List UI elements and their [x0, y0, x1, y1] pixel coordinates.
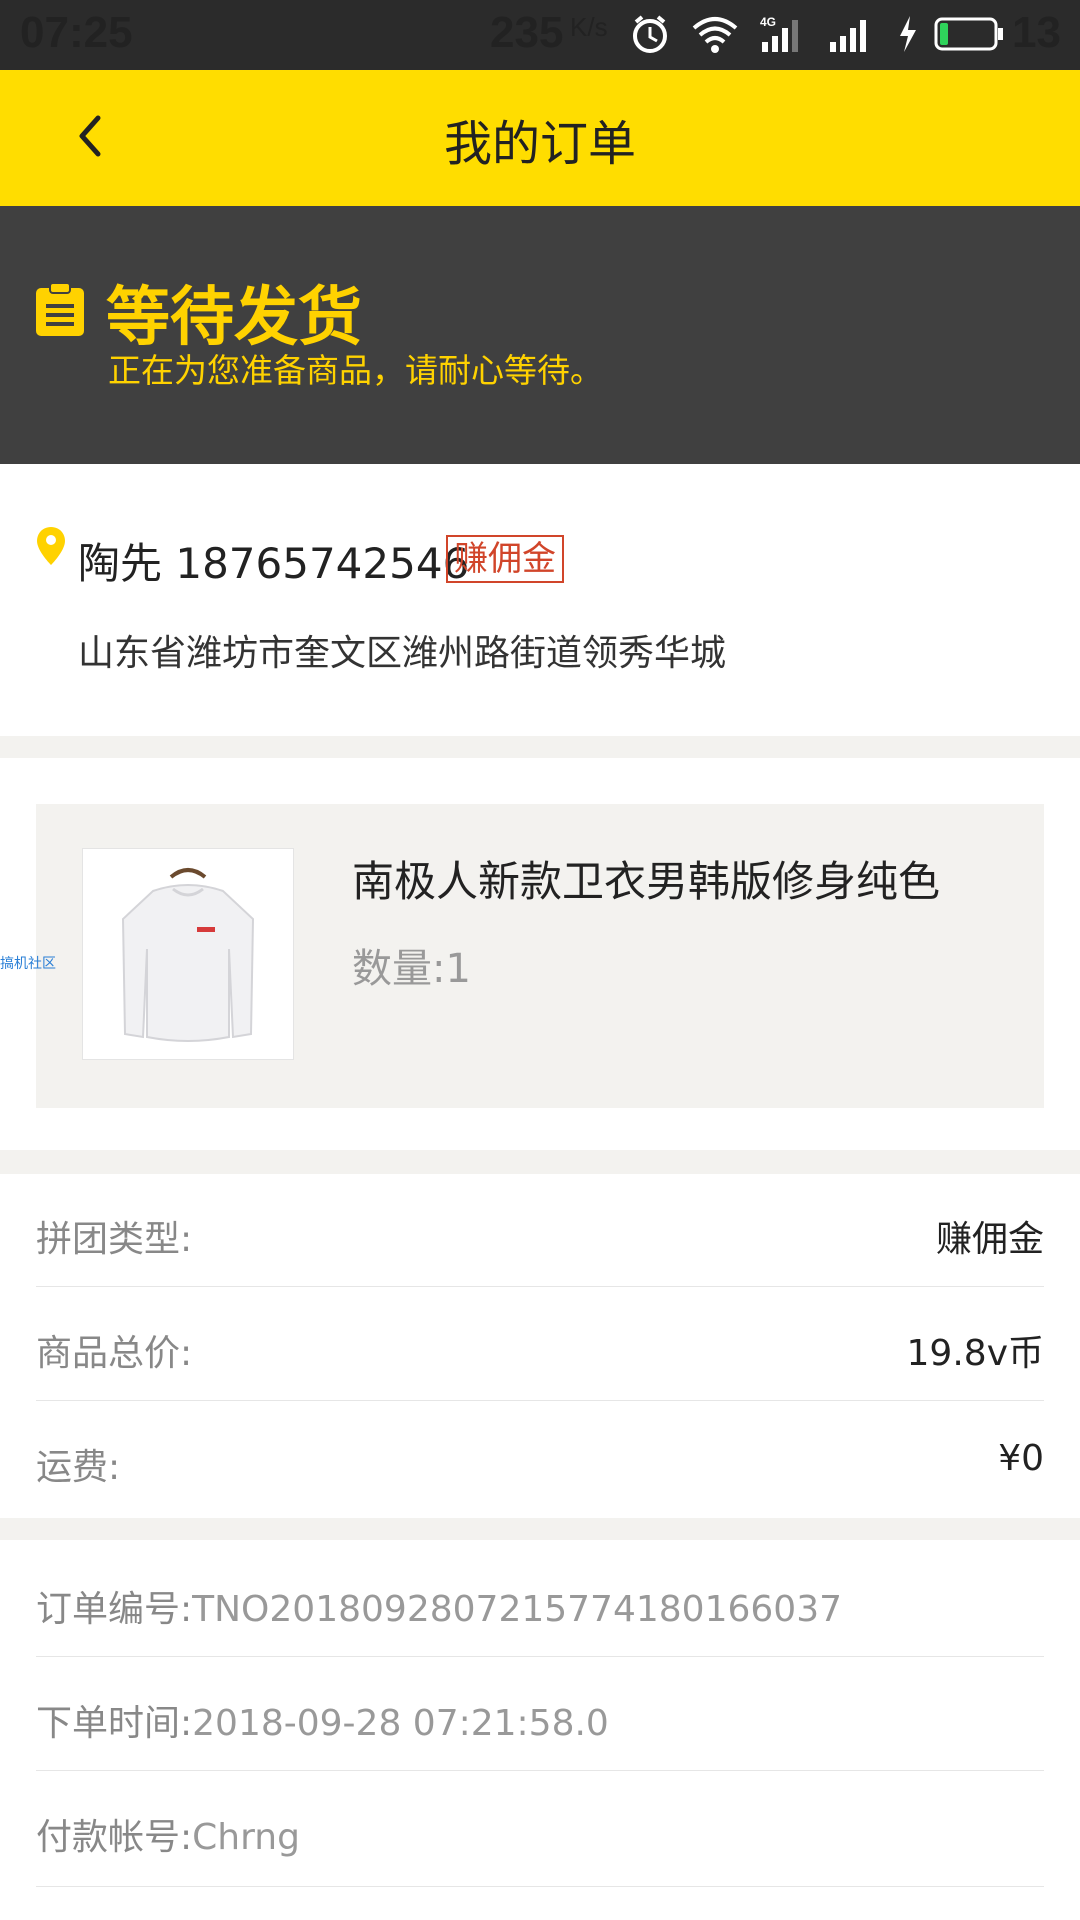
location-pin-icon	[37, 527, 65, 565]
payment-account-row: 付款帐号:Chrng	[36, 1808, 300, 1860]
signal-icon	[830, 20, 866, 52]
battery-percent: 13	[1012, 8, 1061, 57]
4g-signal-icon: 4G	[760, 15, 798, 52]
order-time-row: 下单时间:2018-09-28 07:21:58.0	[36, 1694, 609, 1746]
group-type-value: 赚佣金	[935, 1219, 1044, 1260]
order-time-label: 下单时间:	[36, 1703, 193, 1744]
network-speed: 235	[490, 8, 564, 57]
total-price-label: 商品总价:	[36, 1333, 193, 1374]
network-speed-unit: K/s	[570, 12, 608, 42]
alarm-icon	[633, 15, 667, 53]
shipping-fee-value: ¥0	[998, 1438, 1044, 1479]
group-type-badge: 赚佣金	[446, 535, 564, 583]
product-image[interactable]	[82, 848, 294, 1060]
product-quantity: 数量:1	[352, 946, 471, 992]
charging-icon	[900, 16, 916, 52]
sweatshirt-image	[121, 868, 255, 1042]
recipient-name-phone: 陶先 18765742546	[78, 539, 470, 588]
wifi-icon	[692, 17, 738, 53]
battery-icon	[934, 17, 1003, 51]
order-number-value: TNO2018092807215774180166037	[192, 1589, 843, 1630]
group-type-label: 拼团类型:	[36, 1219, 193, 1260]
svg-text:4G: 4G	[760, 15, 776, 29]
status-time: 07:25	[20, 8, 133, 57]
clipboard-icon	[36, 282, 84, 336]
row-divider	[36, 1886, 1044, 1887]
row-divider	[36, 1656, 1044, 1657]
payment-account-value: Chrng	[192, 1817, 300, 1858]
section-divider	[0, 1518, 1080, 1540]
shipping-address: 山东省潍坊市奎文区潍州路街道领秀华城	[78, 633, 727, 674]
page-title: 我的订单	[443, 116, 636, 172]
row-divider	[36, 1286, 1044, 1287]
row-divider	[36, 1400, 1044, 1401]
payment-account-label: 付款帐号:	[36, 1817, 193, 1858]
section-divider	[0, 736, 1080, 758]
watermark: 搞机社区	[0, 956, 56, 972]
total-price-value: 19.8v币	[906, 1333, 1044, 1374]
order-number-row: 订单编号:TNO2018092807215774180166037	[36, 1580, 842, 1632]
order-time-value: 2018-09-28 07:21:58.0	[192, 1703, 609, 1744]
shipping-fee-label: 运费:	[36, 1447, 121, 1488]
order-number-label: 订单编号:	[36, 1589, 193, 1630]
product-title[interactable]: 南极人新款卫衣男韩版修身纯色	[352, 848, 940, 909]
order-status-subtitle: 正在为您准备商品，请耐心等待。	[108, 351, 603, 390]
row-divider	[36, 1770, 1044, 1771]
section-divider	[0, 1150, 1080, 1174]
